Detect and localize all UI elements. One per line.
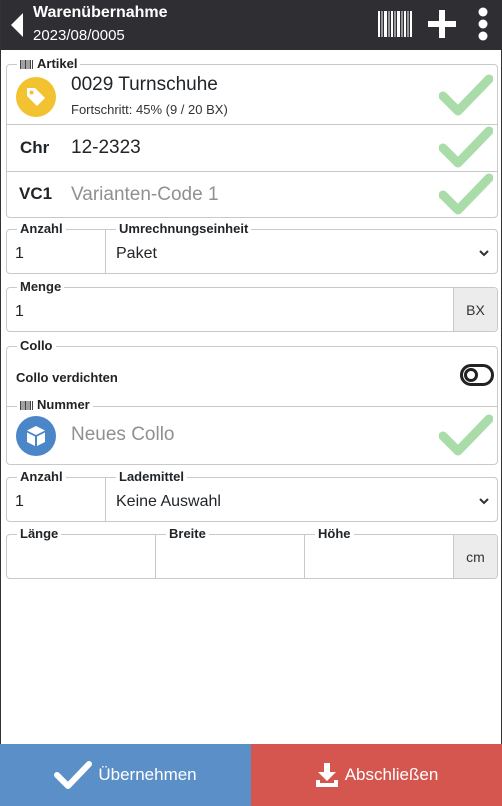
breite-field[interactable]: Breite (156, 527, 305, 578)
vc1-input[interactable]: Varianten-Code 1 (71, 184, 219, 206)
barcode-small-icon (20, 400, 33, 410)
article-progress: Fortschritt: 45% (9 / 20 BX) (71, 102, 228, 117)
laenge-label: Länge (17, 527, 62, 541)
anzahl-value[interactable]: 1 (15, 244, 24, 264)
hoehe-label: Höhe (315, 527, 354, 541)
artikel-legend-label: Artikel (37, 56, 78, 71)
menge-input[interactable]: 1 (15, 302, 24, 322)
check-icon (439, 173, 493, 215)
check-icon (439, 414, 493, 456)
document-number: 2023/08/0005 (33, 27, 125, 44)
artikel-group: Artikel 0029 Turnschuhe Fortschritt: 45%… (6, 57, 498, 218)
menge-field: Menge 1 BX (6, 280, 498, 332)
toggle-knob (464, 368, 478, 382)
menge-unit: BX (453, 288, 497, 331)
artikel-divider (7, 124, 497, 125)
unit-select[interactable]: Umrechnungseinheit Paket (106, 222, 497, 273)
laenge-field[interactable]: Länge (7, 527, 156, 578)
nummer-legend: Nummer (17, 398, 93, 412)
menge-label: Menge (17, 280, 65, 294)
accept-label: Übernehmen (98, 765, 197, 784)
anzahl-field[interactable]: Anzahl 1 (7, 222, 106, 273)
back-button[interactable] (7, 10, 27, 40)
lade-anzahl-field[interactable]: Anzahl 1 (7, 470, 106, 521)
accept-button[interactable]: Übernehmen (0, 744, 251, 806)
lade-anzahl-label: Anzahl (17, 470, 66, 484)
lademittel-value[interactable]: Keine Auswahl (116, 492, 221, 512)
barcode-small-icon (20, 59, 33, 69)
vc1-label: VC1 (19, 184, 53, 203)
lademittel-label: Lademittel (116, 470, 188, 484)
anzahl-label: Anzahl (17, 222, 66, 236)
box-icon-badge (16, 416, 56, 456)
breite-label: Breite (166, 527, 209, 541)
finish-button[interactable]: Abschließen (251, 744, 502, 806)
app-frame: Warenübernahme 2023/08/0005 Artikel 0029… (0, 0, 502, 806)
more-vertical-icon[interactable] (471, 6, 495, 42)
chevron-down-icon (479, 498, 489, 505)
artikel-legend: Artikel (17, 56, 81, 71)
chr-label: Chr (20, 138, 50, 157)
chr-divider (7, 171, 497, 172)
nummer-legend-label: Nummer (37, 397, 90, 412)
app-header: Warenübernahme 2023/08/0005 (1, 0, 502, 50)
lademittel-select[interactable]: Lademittel Keine Auswahl (106, 470, 497, 521)
dimensions-unit: cm (453, 535, 497, 578)
lade-row: Anzahl 1 Lademittel Keine Auswahl (6, 470, 498, 522)
tag-icon-badge (16, 77, 56, 117)
hoehe-field[interactable]: Höhe (305, 527, 455, 578)
unit-value[interactable]: Paket (116, 244, 157, 264)
collo-compress-label: Collo verdichten (16, 370, 118, 385)
unit-label: Umrechnungseinheit (116, 222, 252, 236)
collo-group: Collo Collo verdichten Nummer Neues Coll… (6, 339, 498, 465)
chr-value[interactable]: 12-2323 (71, 137, 141, 159)
tag-icon (27, 88, 45, 106)
download-icon (315, 763, 338, 787)
chevron-down-icon (479, 250, 489, 257)
article-name: 0029 Turnschuhe (71, 74, 218, 95)
box-icon (27, 426, 45, 446)
unit-row: Anzahl 1 Umrechnungseinheit Paket (6, 222, 498, 274)
check-icon (439, 74, 493, 116)
finish-label: Abschließen (344, 765, 439, 784)
plus-icon[interactable] (427, 9, 457, 39)
lade-anzahl-value[interactable]: 1 (15, 492, 24, 512)
collo-legend-label: Collo (20, 338, 53, 353)
page-title: Warenübernahme (33, 4, 168, 21)
collo-legend: Collo (17, 339, 56, 353)
check-icon (439, 126, 493, 168)
back-arrow-icon (11, 13, 23, 37)
barcode-icon[interactable] (378, 11, 412, 37)
check-icon (54, 761, 93, 789)
dimensions-row: Länge Breite Höhe cm (6, 527, 498, 579)
collo-number-input[interactable]: Neues Collo (71, 424, 175, 446)
collo-compress-toggle[interactable] (460, 364, 494, 386)
